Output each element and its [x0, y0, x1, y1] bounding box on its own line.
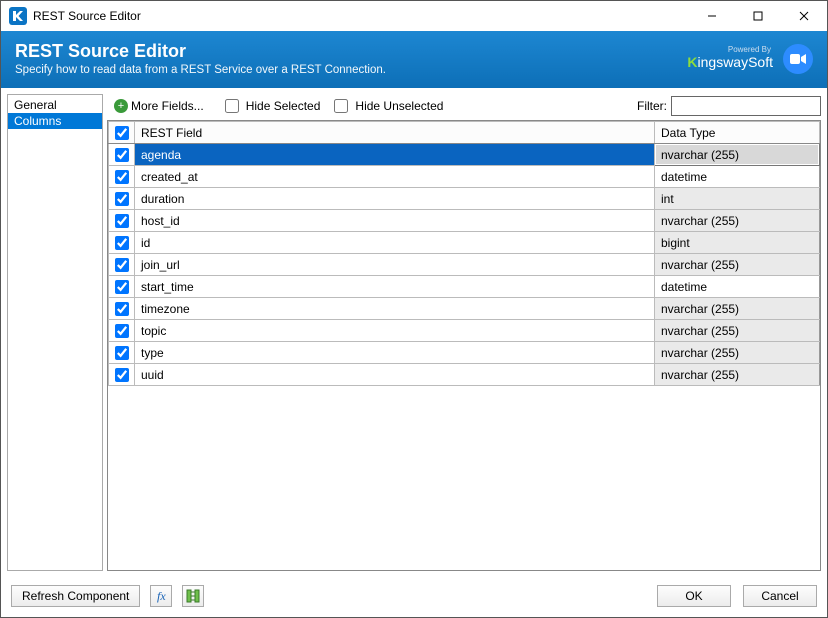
select-all-checkbox[interactable] — [115, 126, 129, 140]
data-type-cell[interactable]: nvarchar (255) — [655, 320, 820, 342]
row-checkbox-cell[interactable] — [109, 210, 135, 232]
kingswaysoft-logo: Powered By KingswaySoft — [687, 46, 773, 70]
data-type-cell[interactable]: datetime — [655, 166, 820, 188]
data-type-cell[interactable]: nvarchar (255) — [655, 144, 820, 166]
hide-unselected-label: Hide Unselected — [355, 99, 443, 113]
data-type-cell[interactable]: nvarchar (255) — [655, 254, 820, 276]
row-checkbox-cell[interactable] — [109, 276, 135, 298]
hide-selected-input[interactable] — [225, 99, 239, 113]
more-fields-label: More Fields... — [131, 99, 204, 113]
data-type-cell[interactable]: bigint — [655, 232, 820, 254]
rest-field-cell[interactable]: created_at — [135, 166, 655, 188]
rest-field-cell[interactable]: host_id — [135, 210, 655, 232]
sidebar-item-general[interactable]: General — [8, 97, 102, 113]
rest-field-cell[interactable]: topic — [135, 320, 655, 342]
row-checkbox[interactable] — [115, 280, 129, 294]
row-checkbox[interactable] — [115, 214, 129, 228]
refresh-component-button[interactable]: Refresh Component — [11, 585, 140, 607]
rest-field-cell[interactable]: type — [135, 342, 655, 364]
table-row[interactable]: durationint — [109, 188, 820, 210]
rest-field-cell[interactable]: join_url — [135, 254, 655, 276]
row-checkbox[interactable] — [115, 346, 129, 360]
table-row[interactable]: idbigint — [109, 232, 820, 254]
app-icon — [9, 7, 27, 25]
row-checkbox[interactable] — [115, 324, 129, 338]
rest-field-cell[interactable]: duration — [135, 188, 655, 210]
table-row[interactable]: created_atdatetime — [109, 166, 820, 188]
row-checkbox-cell[interactable] — [109, 342, 135, 364]
header-title: REST Source Editor — [15, 41, 687, 62]
row-checkbox[interactable] — [115, 192, 129, 206]
row-checkbox-cell[interactable] — [109, 320, 135, 342]
row-checkbox-cell[interactable] — [109, 188, 135, 210]
row-checkbox-cell[interactable] — [109, 364, 135, 386]
sidebar-item-columns[interactable]: Columns — [8, 113, 102, 129]
row-checkbox[interactable] — [115, 236, 129, 250]
row-checkbox-cell[interactable] — [109, 298, 135, 320]
row-checkbox[interactable] — [115, 170, 129, 184]
table-row[interactable]: topicnvarchar (255) — [109, 320, 820, 342]
filter-input[interactable] — [671, 96, 821, 116]
rest-field-cell[interactable]: agenda — [135, 144, 655, 166]
map-columns-button[interactable] — [182, 585, 204, 607]
header-data-type[interactable]: Data Type — [655, 122, 820, 144]
main-panel: + More Fields... Hide Selected Hide Unse… — [107, 94, 821, 571]
data-type-cell[interactable]: nvarchar (255) — [655, 342, 820, 364]
table-row[interactable]: join_urlnvarchar (255) — [109, 254, 820, 276]
minimize-button[interactable] — [689, 1, 735, 31]
row-checkbox[interactable] — [115, 302, 129, 316]
row-checkbox-cell[interactable] — [109, 232, 135, 254]
hide-selected-label: Hide Selected — [246, 99, 321, 113]
row-checkbox[interactable] — [115, 258, 129, 272]
window: REST Source Editor REST Source Editor Sp… — [0, 0, 828, 618]
maximize-button[interactable] — [735, 1, 781, 31]
header-rest-field[interactable]: REST Field — [135, 122, 655, 144]
row-checkbox[interactable] — [115, 148, 129, 162]
plus-icon: + — [114, 99, 128, 113]
filter-wrap: Filter: — [637, 96, 821, 116]
data-type-cell[interactable]: int — [655, 188, 820, 210]
expression-button[interactable]: fx — [150, 585, 172, 607]
rest-field-cell[interactable]: id — [135, 232, 655, 254]
rest-field-cell[interactable]: start_time — [135, 276, 655, 298]
data-type-cell[interactable]: nvarchar (255) — [655, 298, 820, 320]
row-checkbox[interactable] — [115, 368, 129, 382]
rest-field-cell[interactable]: timezone — [135, 298, 655, 320]
hide-unselected-checkbox[interactable]: Hide Unselected — [330, 96, 443, 116]
table-row[interactable]: uuidnvarchar (255) — [109, 364, 820, 386]
data-type-cell[interactable]: nvarchar (255) — [655, 364, 820, 386]
filter-label: Filter: — [637, 99, 667, 113]
columns-grid[interactable]: REST Field Data Type agendanvarchar (255… — [107, 120, 821, 571]
row-checkbox-cell[interactable] — [109, 166, 135, 188]
table-row[interactable]: host_idnvarchar (255) — [109, 210, 820, 232]
content-area: GeneralColumns + More Fields... Hide Sel… — [1, 88, 827, 577]
header-select-all[interactable] — [109, 122, 135, 144]
ok-button[interactable]: OK — [657, 585, 731, 607]
table-row[interactable]: typenvarchar (255) — [109, 342, 820, 364]
footer: Refresh Component fx OK Cancel — [1, 577, 827, 617]
table-row[interactable]: agendanvarchar (255) — [109, 144, 820, 166]
close-button[interactable] — [781, 1, 827, 31]
window-controls — [689, 1, 827, 31]
hide-selected-checkbox[interactable]: Hide Selected — [221, 96, 321, 116]
hide-unselected-input[interactable] — [334, 99, 348, 113]
window-title: REST Source Editor — [33, 9, 689, 23]
cancel-button[interactable]: Cancel — [743, 585, 817, 607]
titlebar: REST Source Editor — [1, 1, 827, 31]
header-subtitle: Specify how to read data from a REST Ser… — [15, 64, 687, 76]
zoom-icon — [783, 44, 813, 74]
toolbar: + More Fields... Hide Selected Hide Unse… — [107, 94, 821, 118]
table-row[interactable]: timezonenvarchar (255) — [109, 298, 820, 320]
table-row[interactable]: start_timedatetime — [109, 276, 820, 298]
side-panel: GeneralColumns — [7, 94, 103, 571]
header-logo-area: Powered By KingswaySoft — [687, 44, 813, 74]
header-band: REST Source Editor Specify how to read d… — [1, 31, 827, 88]
data-type-cell[interactable]: nvarchar (255) — [655, 210, 820, 232]
row-checkbox-cell[interactable] — [109, 144, 135, 166]
rest-field-cell[interactable]: uuid — [135, 364, 655, 386]
data-type-cell[interactable]: datetime — [655, 276, 820, 298]
row-checkbox-cell[interactable] — [109, 254, 135, 276]
more-fields-button[interactable]: + More Fields... — [107, 96, 211, 116]
